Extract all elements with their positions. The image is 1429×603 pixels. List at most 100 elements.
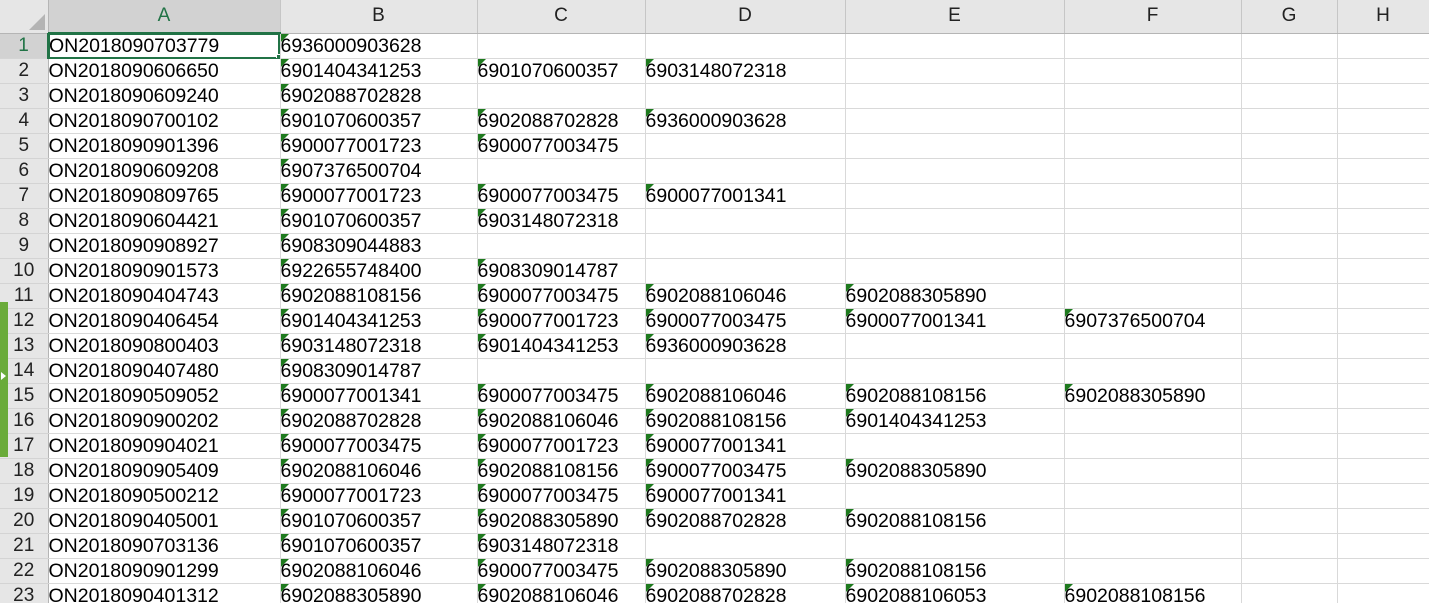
grid-cell[interactable]: ON2018090401312 bbox=[48, 583, 281, 603]
active-cell[interactable]: ON2018090703779 bbox=[48, 33, 281, 59]
grid-cell[interactable]: ON2018090606650 bbox=[48, 58, 281, 84]
grid-cell[interactable]: 6902088702828 bbox=[280, 83, 478, 109]
row-header[interactable]: 10 bbox=[0, 258, 49, 284]
grid-cell[interactable]: 6900077001341 bbox=[645, 483, 846, 509]
grid-cell[interactable] bbox=[1064, 258, 1242, 284]
grid-cell[interactable] bbox=[1241, 333, 1338, 359]
grid-cell[interactable] bbox=[1337, 583, 1429, 603]
grid-cell[interactable]: 6908309044883 bbox=[280, 233, 478, 259]
grid-cell[interactable]: 6902088108156 bbox=[845, 508, 1065, 534]
grid-cell[interactable] bbox=[845, 333, 1065, 359]
row-header[interactable]: 1 bbox=[0, 33, 49, 59]
grid-cell[interactable] bbox=[1241, 458, 1338, 484]
grid-cell[interactable] bbox=[1064, 533, 1242, 559]
grid-cell[interactable] bbox=[1337, 158, 1429, 184]
grid-cell[interactable] bbox=[1241, 408, 1338, 434]
grid-cell[interactable]: ON2018090609240 bbox=[48, 83, 281, 109]
grid-cell[interactable] bbox=[1241, 508, 1338, 534]
grid-cell[interactable]: 6900077001723 bbox=[280, 483, 478, 509]
grid-cell[interactable] bbox=[1337, 208, 1429, 234]
grid-cell[interactable] bbox=[1064, 133, 1242, 159]
grid-cell[interactable]: 6907376500704 bbox=[1064, 308, 1242, 334]
grid-cell[interactable] bbox=[1241, 183, 1338, 209]
grid-cell[interactable]: 6903148072318 bbox=[280, 333, 478, 359]
grid-cell[interactable] bbox=[845, 83, 1065, 109]
grid-cell[interactable]: 6903148072318 bbox=[645, 58, 846, 84]
grid-cell[interactable] bbox=[1241, 233, 1338, 259]
column-header-g[interactable]: G bbox=[1241, 0, 1338, 34]
grid-cell[interactable]: 6936000903628 bbox=[645, 108, 846, 134]
row-header[interactable]: 18 bbox=[0, 458, 49, 484]
grid-cell[interactable]: ON2018090901299 bbox=[48, 558, 281, 584]
grid-cell[interactable] bbox=[645, 133, 846, 159]
grid-cell[interactable]: 6902088106046 bbox=[280, 558, 478, 584]
grid-cell[interactable] bbox=[845, 483, 1065, 509]
grid-cell[interactable]: 6902088108156 bbox=[280, 283, 478, 309]
grid-cell[interactable] bbox=[477, 83, 646, 109]
grid-cell[interactable] bbox=[1241, 558, 1338, 584]
grid-cell[interactable] bbox=[1337, 58, 1429, 84]
grid-cell[interactable] bbox=[1337, 258, 1429, 284]
grid-cell[interactable]: ON2018090407480 bbox=[48, 358, 281, 384]
grid-cell[interactable]: 6922655748400 bbox=[280, 258, 478, 284]
grid-cell[interactable] bbox=[1064, 408, 1242, 434]
grid-cell[interactable] bbox=[1241, 133, 1338, 159]
grid-cell[interactable]: ON2018090500212 bbox=[48, 483, 281, 509]
grid-cell[interactable]: 6902088106046 bbox=[645, 283, 846, 309]
grid-cell[interactable]: ON2018090809765 bbox=[48, 183, 281, 209]
grid-cell[interactable]: 6902088305890 bbox=[280, 583, 478, 603]
grid-cell[interactable] bbox=[1337, 308, 1429, 334]
grid-cell[interactable]: ON2018090901396 bbox=[48, 133, 281, 159]
grid-cell[interactable]: 6901070600357 bbox=[280, 508, 478, 534]
grid-cell[interactable] bbox=[477, 33, 646, 59]
grid-cell[interactable]: 6902088305890 bbox=[645, 558, 846, 584]
grid-cell[interactable]: ON2018090703136 bbox=[48, 533, 281, 559]
grid-cell[interactable]: 6902088702828 bbox=[645, 508, 846, 534]
grid-cell[interactable]: 6902088305890 bbox=[845, 283, 1065, 309]
grid-cell[interactable]: ON2018090905409 bbox=[48, 458, 281, 484]
column-header-e[interactable]: E bbox=[845, 0, 1065, 34]
grid-cell[interactable] bbox=[1064, 558, 1242, 584]
grid-cell[interactable] bbox=[1241, 208, 1338, 234]
grid-cell[interactable] bbox=[1241, 158, 1338, 184]
grid-cell[interactable]: 6900077003475 bbox=[645, 308, 846, 334]
row-header[interactable]: 7 bbox=[0, 183, 49, 209]
grid-cell[interactable]: 6902088106046 bbox=[477, 408, 646, 434]
row-header[interactable]: 5 bbox=[0, 133, 49, 159]
grid-cell[interactable]: 6900077003475 bbox=[477, 483, 646, 509]
grid-cell[interactable] bbox=[1064, 33, 1242, 59]
grid-cell[interactable] bbox=[1064, 183, 1242, 209]
column-header-c[interactable]: C bbox=[477, 0, 646, 34]
grid-cell[interactable]: 6902088702828 bbox=[645, 583, 846, 603]
column-header-h[interactable]: H bbox=[1337, 0, 1429, 34]
grid-cell[interactable] bbox=[1337, 233, 1429, 259]
grid-cell[interactable] bbox=[477, 358, 646, 384]
grid-cell[interactable]: 6901070600357 bbox=[280, 208, 478, 234]
grid-cell[interactable]: 6936000903628 bbox=[645, 333, 846, 359]
grid-cell[interactable] bbox=[1064, 208, 1242, 234]
grid-cell[interactable] bbox=[845, 208, 1065, 234]
grid-cell[interactable] bbox=[477, 233, 646, 259]
grid-cell[interactable]: 6901404341253 bbox=[280, 58, 478, 84]
grid-cell[interactable]: 6901404341253 bbox=[477, 333, 646, 359]
grid-cell[interactable]: 6902088702828 bbox=[477, 108, 646, 134]
grid-cell[interactable] bbox=[1241, 283, 1338, 309]
grid-cell[interactable] bbox=[1337, 333, 1429, 359]
grid-cell[interactable]: 6902088106046 bbox=[477, 583, 646, 603]
grid-cell[interactable] bbox=[1337, 458, 1429, 484]
grid-cell[interactable]: 6902088108156 bbox=[477, 458, 646, 484]
grid-cell[interactable] bbox=[845, 33, 1065, 59]
grid-cell[interactable]: 6901070600357 bbox=[280, 108, 478, 134]
grid-cell[interactable] bbox=[1064, 483, 1242, 509]
grid-cell[interactable]: 6902088108156 bbox=[1064, 583, 1242, 603]
grid-cell[interactable] bbox=[1064, 283, 1242, 309]
grid-cell[interactable] bbox=[845, 433, 1065, 459]
grid-cell[interactable]: 6900077001341 bbox=[280, 383, 478, 409]
grid-cell[interactable] bbox=[1337, 558, 1429, 584]
grid-cell[interactable]: 6901404341253 bbox=[845, 408, 1065, 434]
grid-cell[interactable]: 6900077003475 bbox=[280, 433, 478, 459]
grid-cell[interactable] bbox=[1241, 258, 1338, 284]
grid-cell[interactable] bbox=[1337, 83, 1429, 109]
row-header[interactable]: 3 bbox=[0, 83, 49, 109]
grid-cell[interactable] bbox=[1337, 183, 1429, 209]
